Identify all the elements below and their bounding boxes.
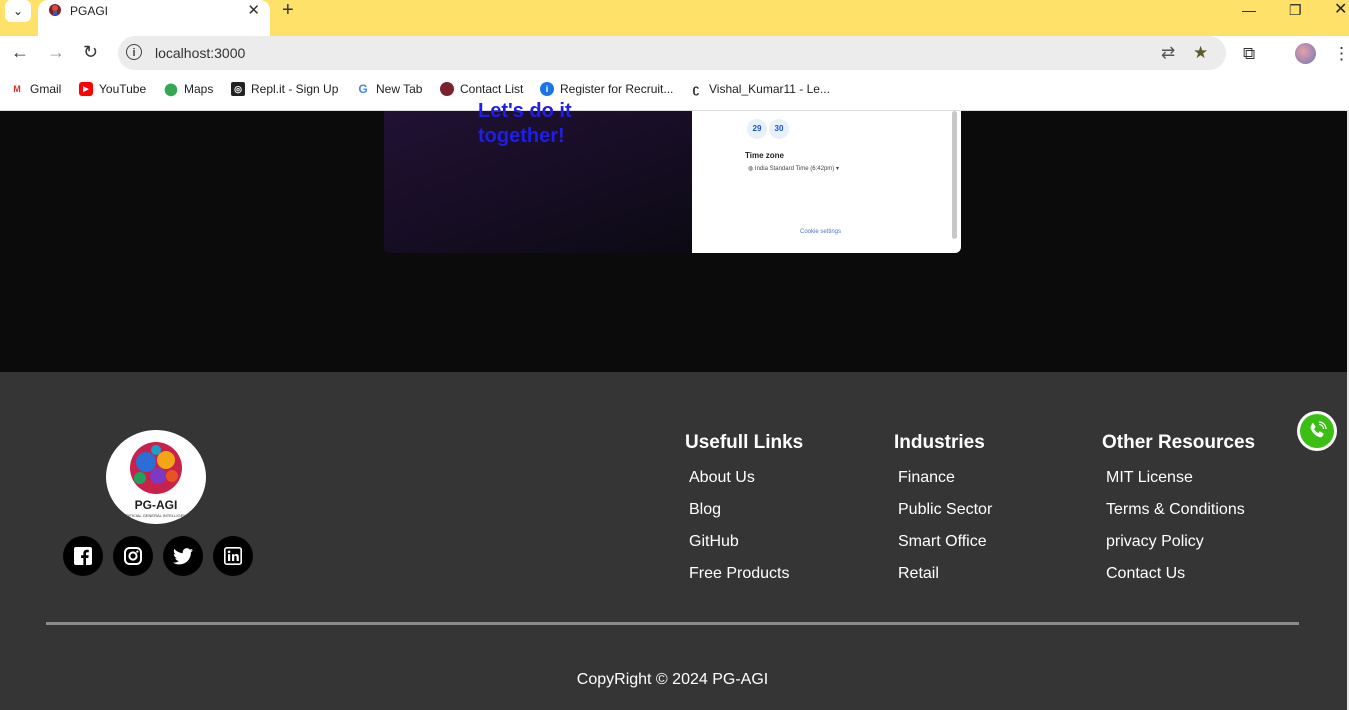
more-menu-icon[interactable]: ⋮ bbox=[1333, 44, 1349, 64]
restore-icon[interactable]: ❐ bbox=[1289, 0, 1302, 20]
address-bar[interactable]: i localhost:3000 ⇄ ★ bbox=[118, 36, 1226, 70]
site-footer: PG-AGI ARTIFICIAL GENERAL INTELLIGENCE U… bbox=[0, 372, 1347, 710]
facebook-icon bbox=[74, 547, 92, 565]
bookmarks-bar: M Gmail ▶ YouTube ⬤ Maps ◎ Repl.it - Sig… bbox=[0, 72, 1349, 111]
logo-subtitle: ARTIFICIAL GENERAL INTELLIGENCE bbox=[120, 513, 192, 518]
gmail-icon: M bbox=[13, 84, 21, 94]
tab-strip: ⌄ PGAGI ✕ + — ❐ ✕ bbox=[0, 0, 1349, 36]
info-icon: i bbox=[540, 82, 554, 96]
blog-link[interactable]: Blog bbox=[689, 501, 721, 519]
facebook-link[interactable] bbox=[63, 536, 103, 576]
useful-links-heading: Usefull Links bbox=[685, 432, 804, 453]
reload-icon[interactable]: ↻ bbox=[83, 42, 98, 63]
calendar-scrollbar[interactable] bbox=[952, 111, 957, 239]
google-icon: G bbox=[358, 82, 368, 96]
about-us-link[interactable]: About Us bbox=[689, 469, 755, 487]
phone-icon-circle bbox=[1300, 414, 1334, 448]
maps-icon: ⬤ bbox=[164, 82, 178, 96]
browser-toolbar: ← → ↻ i localhost:3000 ⇄ ★ ⧉ ⋮ bbox=[0, 36, 1349, 72]
tab-search-button[interactable]: ⌄ bbox=[5, 0, 31, 22]
window-close-icon[interactable]: ✕ bbox=[1334, 0, 1347, 20]
calendar-widget: 29 30 Time zone ◍ India Standard Time (6… bbox=[692, 111, 961, 253]
smart-office-link[interactable]: Smart Office bbox=[898, 533, 987, 551]
bookmark-maps[interactable]: ⬤ Maps bbox=[164, 82, 213, 96]
globe-icon: ◍ bbox=[748, 166, 755, 172]
contact-us-link[interactable]: Contact Us bbox=[1106, 565, 1185, 583]
bookmark-label: Gmail bbox=[30, 82, 62, 96]
extensions-icon[interactable]: ⧉ bbox=[1243, 44, 1255, 64]
tab-title: PGAGI bbox=[70, 4, 109, 18]
bookmark-star-icon[interactable]: ★ bbox=[1193, 43, 1208, 63]
call-button[interactable] bbox=[1297, 411, 1337, 451]
bookmark-label: YouTube bbox=[99, 82, 147, 96]
other-resources-heading: Other Resources bbox=[1102, 432, 1256, 453]
pgagi-favicon-icon bbox=[440, 82, 454, 96]
bookmark-new-tab[interactable]: G New Tab bbox=[356, 82, 422, 96]
translate-icon[interactable]: ⇄ bbox=[1161, 43, 1175, 63]
url-text[interactable]: localhost:3000 bbox=[155, 45, 245, 61]
instagram-icon bbox=[124, 547, 142, 565]
youtube-icon: ▶ bbox=[79, 82, 93, 96]
linkedin-link[interactable] bbox=[213, 536, 253, 576]
new-tab-button[interactable]: + bbox=[282, 0, 294, 20]
bookmark-label: New Tab bbox=[376, 82, 423, 96]
calendar-day-30[interactable]: 30 bbox=[769, 119, 789, 139]
footer-divider bbox=[46, 622, 1299, 625]
pgagi-logo[interactable]: PG-AGI ARTIFICIAL GENERAL INTELLIGENCE bbox=[106, 430, 206, 524]
timezone-label: Time zone bbox=[745, 151, 784, 160]
retail-link[interactable]: Retail bbox=[898, 565, 939, 583]
cookie-settings-link[interactable]: Cookie settings bbox=[800, 229, 841, 235]
bookmark-label: Maps bbox=[184, 82, 214, 96]
bookmark-contact-list[interactable]: Contact List bbox=[440, 82, 523, 96]
close-icon[interactable]: ✕ bbox=[247, 1, 260, 19]
bookmark-label: Register for Recruit... bbox=[560, 82, 674, 96]
github-link[interactable]: GitHub bbox=[689, 533, 739, 551]
copyright-text: CopyRight © 2024 PG-AGI bbox=[576, 671, 769, 688]
terms-conditions-link[interactable]: Terms & Conditions bbox=[1106, 501, 1245, 519]
twitter-icon bbox=[173, 547, 193, 564]
bookmark-label: Contact List bbox=[460, 82, 524, 96]
logo-text: PG-AGI bbox=[134, 498, 178, 512]
bookmark-gmail[interactable]: M Gmail bbox=[10, 82, 61, 96]
minimize-icon[interactable]: — bbox=[1242, 0, 1256, 20]
bookmark-youtube[interactable]: ▶ YouTube bbox=[79, 82, 146, 96]
pgagi-favicon-icon bbox=[49, 4, 61, 16]
bookmark-register[interactable]: i Register for Recruit... bbox=[540, 82, 673, 96]
phone-icon bbox=[1310, 421, 1327, 438]
promo-card: Let's do it together! bbox=[384, 100, 692, 253]
leetcode-icon: ʗ bbox=[692, 82, 700, 96]
bookmark-label: Repl.it - Sign Up bbox=[251, 82, 339, 96]
privacy-policy-link[interactable]: privacy Policy bbox=[1106, 533, 1204, 551]
mit-license-link[interactable]: MIT License bbox=[1106, 469, 1193, 487]
finance-link[interactable]: Finance bbox=[898, 469, 955, 487]
browser-tab[interactable]: PGAGI ✕ bbox=[38, 0, 270, 36]
timezone-select[interactable]: ◍ India Standard Time (6:42pm) ▾ bbox=[748, 165, 839, 172]
replit-icon: ◎ bbox=[231, 82, 245, 96]
timezone-value: India Standard Time (6:42pm) ▾ bbox=[754, 166, 839, 172]
forward-arrow-icon[interactable]: → bbox=[47, 42, 65, 63]
calendar-day-29[interactable]: 29 bbox=[747, 119, 767, 139]
chevron-down-icon: ⌄ bbox=[12, 4, 24, 18]
promo-text: Let's do it together! bbox=[478, 100, 572, 147]
bookmark-replit[interactable]: ◎ Repl.it - Sign Up bbox=[231, 82, 338, 96]
industries-heading: Industries bbox=[894, 432, 985, 453]
profile-avatar[interactable] bbox=[1295, 43, 1316, 64]
bookmark-leetcode[interactable]: ʗ Vishal_Kumar11 - Le... bbox=[689, 82, 830, 96]
twitter-link[interactable] bbox=[163, 536, 203, 576]
back-arrow-icon[interactable]: ← bbox=[11, 42, 29, 63]
linkedin-icon bbox=[224, 547, 242, 565]
public-sector-link[interactable]: Public Sector bbox=[898, 501, 992, 519]
bookmark-label: Vishal_Kumar11 - Le... bbox=[709, 82, 830, 96]
site-info-icon[interactable]: i bbox=[126, 44, 142, 60]
instagram-link[interactable] bbox=[113, 536, 153, 576]
free-products-link[interactable]: Free Products bbox=[689, 565, 789, 583]
